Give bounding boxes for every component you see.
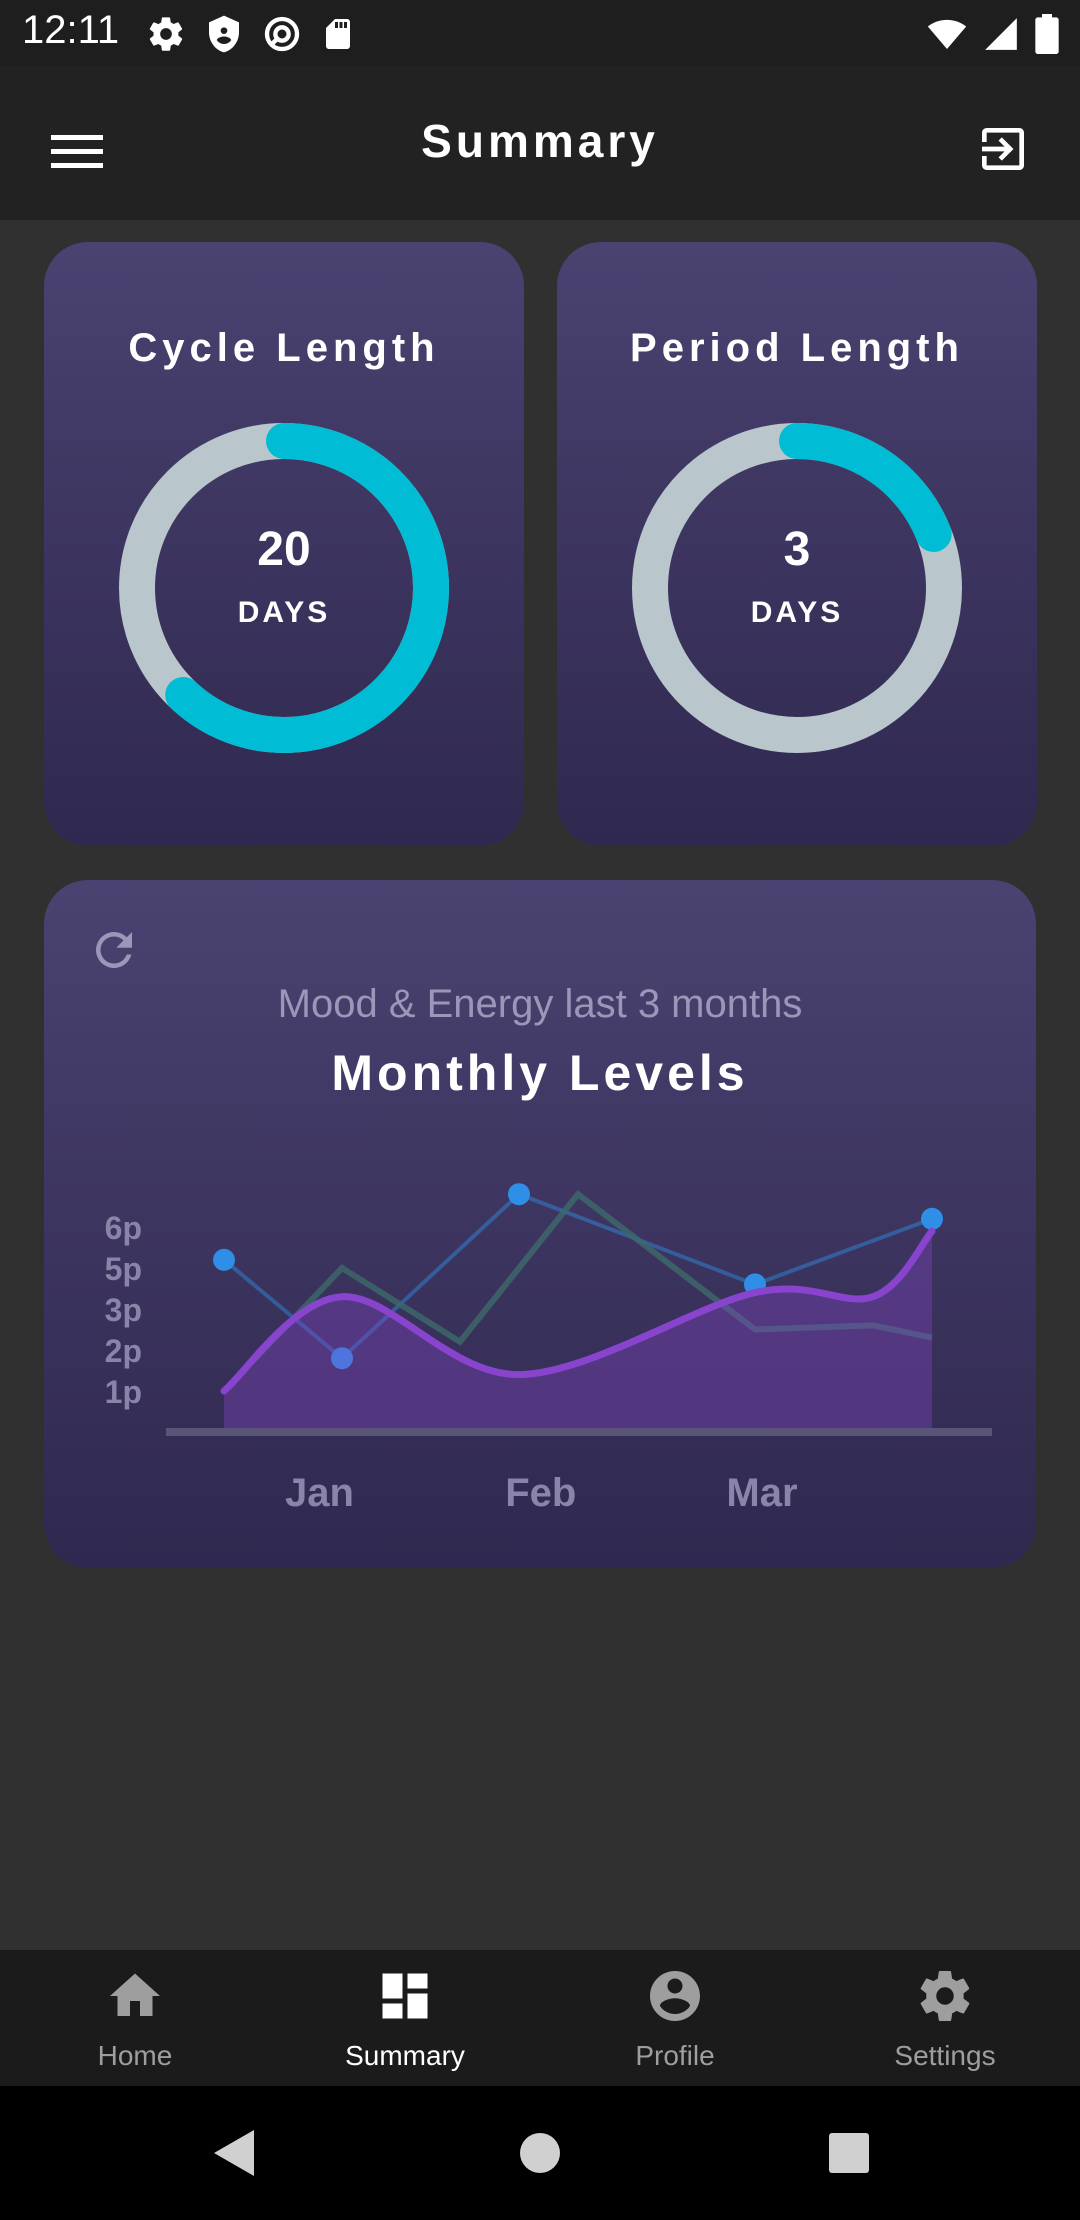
logout-icon bbox=[982, 128, 1024, 170]
settings-icon bbox=[920, 1971, 970, 2022]
wifi-icon bbox=[927, 19, 967, 49]
back-triangle-icon bbox=[214, 2130, 254, 2176]
recents-square-icon bbox=[829, 2133, 869, 2173]
cycle-length-ring bbox=[119, 423, 449, 753]
chart-subtitle: Mood & Energy last 3 months bbox=[277, 982, 803, 1026]
y-tick-label: 3p bbox=[105, 1292, 142, 1328]
x-tick-label: Feb bbox=[505, 1471, 576, 1515]
refresh-button[interactable] bbox=[84, 920, 144, 980]
nav-item-profile[interactable]: Profile bbox=[540, 1950, 810, 2086]
system-back-button[interactable] bbox=[200, 2120, 266, 2186]
shield-status-icon bbox=[209, 15, 239, 53]
home-circle-icon bbox=[520, 2133, 560, 2173]
system-home-button[interactable] bbox=[507, 2120, 573, 2186]
status-icons-left bbox=[146, 12, 356, 56]
logout-button[interactable] bbox=[968, 114, 1038, 184]
system-recents-button[interactable] bbox=[816, 2120, 882, 2186]
app-bar: Summary bbox=[0, 66, 1080, 220]
monthly-levels-card: 1p 2p 3p 5p 6p Jan Feb Mar Mood & Energy last 3… bbox=[44, 880, 1036, 1568]
sd-card-status-icon bbox=[326, 19, 350, 49]
nav-item-settings[interactable]: Settings bbox=[810, 1950, 1080, 2086]
nav-label-summary: Summary bbox=[345, 2040, 465, 2071]
period-length-title: Period Length bbox=[630, 326, 964, 370]
cycle-length-title: Cycle Length bbox=[128, 326, 440, 370]
period-length-card: Period Length 3 DAYS bbox=[557, 242, 1037, 846]
cycle-length-value: 20 bbox=[257, 523, 311, 576]
y-tick-label: 2p bbox=[105, 1333, 142, 1369]
sync-status-icon bbox=[264, 16, 300, 52]
battery-icon bbox=[1035, 14, 1059, 54]
profile-icon bbox=[650, 1971, 700, 2021]
page-title: Summary bbox=[421, 115, 659, 167]
x-tick-label: Mar bbox=[726, 1471, 797, 1515]
status-icons-right bbox=[926, 12, 1060, 56]
y-tick-label: 1p bbox=[105, 1374, 142, 1410]
period-length-unit: DAYS bbox=[750, 596, 844, 629]
period-length-value: 3 bbox=[783, 523, 811, 576]
cycle-length-unit: DAYS bbox=[237, 596, 331, 629]
nav-item-home[interactable]: Home bbox=[0, 1950, 270, 2086]
nav-label-settings: Settings bbox=[894, 2040, 996, 2071]
system-nav-bar bbox=[0, 2086, 1080, 2220]
data-point bbox=[213, 1248, 235, 1271]
bottom-nav: Home Summary Profile Settings bbox=[0, 1950, 1080, 2086]
refresh-icon bbox=[95, 932, 132, 968]
y-tick-label: 5p bbox=[105, 1251, 142, 1287]
home-icon bbox=[110, 1973, 160, 2016]
nav-item-summary[interactable]: Summary bbox=[270, 1950, 540, 2086]
period-length-ring bbox=[632, 423, 962, 753]
x-tick-label: Jan bbox=[285, 1471, 354, 1515]
status-time: 12:11 bbox=[22, 8, 120, 52]
data-point bbox=[921, 1207, 943, 1230]
dashboard-icon bbox=[382, 1973, 428, 2019]
cell-signal-icon bbox=[985, 18, 1017, 50]
cycle-length-card: Cycle Length 20 DAYS bbox=[44, 242, 524, 846]
series-area-fill bbox=[224, 1231, 932, 1428]
data-point bbox=[508, 1183, 530, 1206]
status-bar: 12:11 bbox=[0, 0, 1080, 66]
y-tick-label: 6p bbox=[105, 1210, 142, 1246]
nav-label-home: Home bbox=[97, 2040, 173, 2071]
nav-label-profile: Profile bbox=[635, 2040, 715, 2071]
settings-status-icon bbox=[149, 17, 183, 51]
chart-title: Monthly Levels bbox=[331, 1045, 749, 1101]
